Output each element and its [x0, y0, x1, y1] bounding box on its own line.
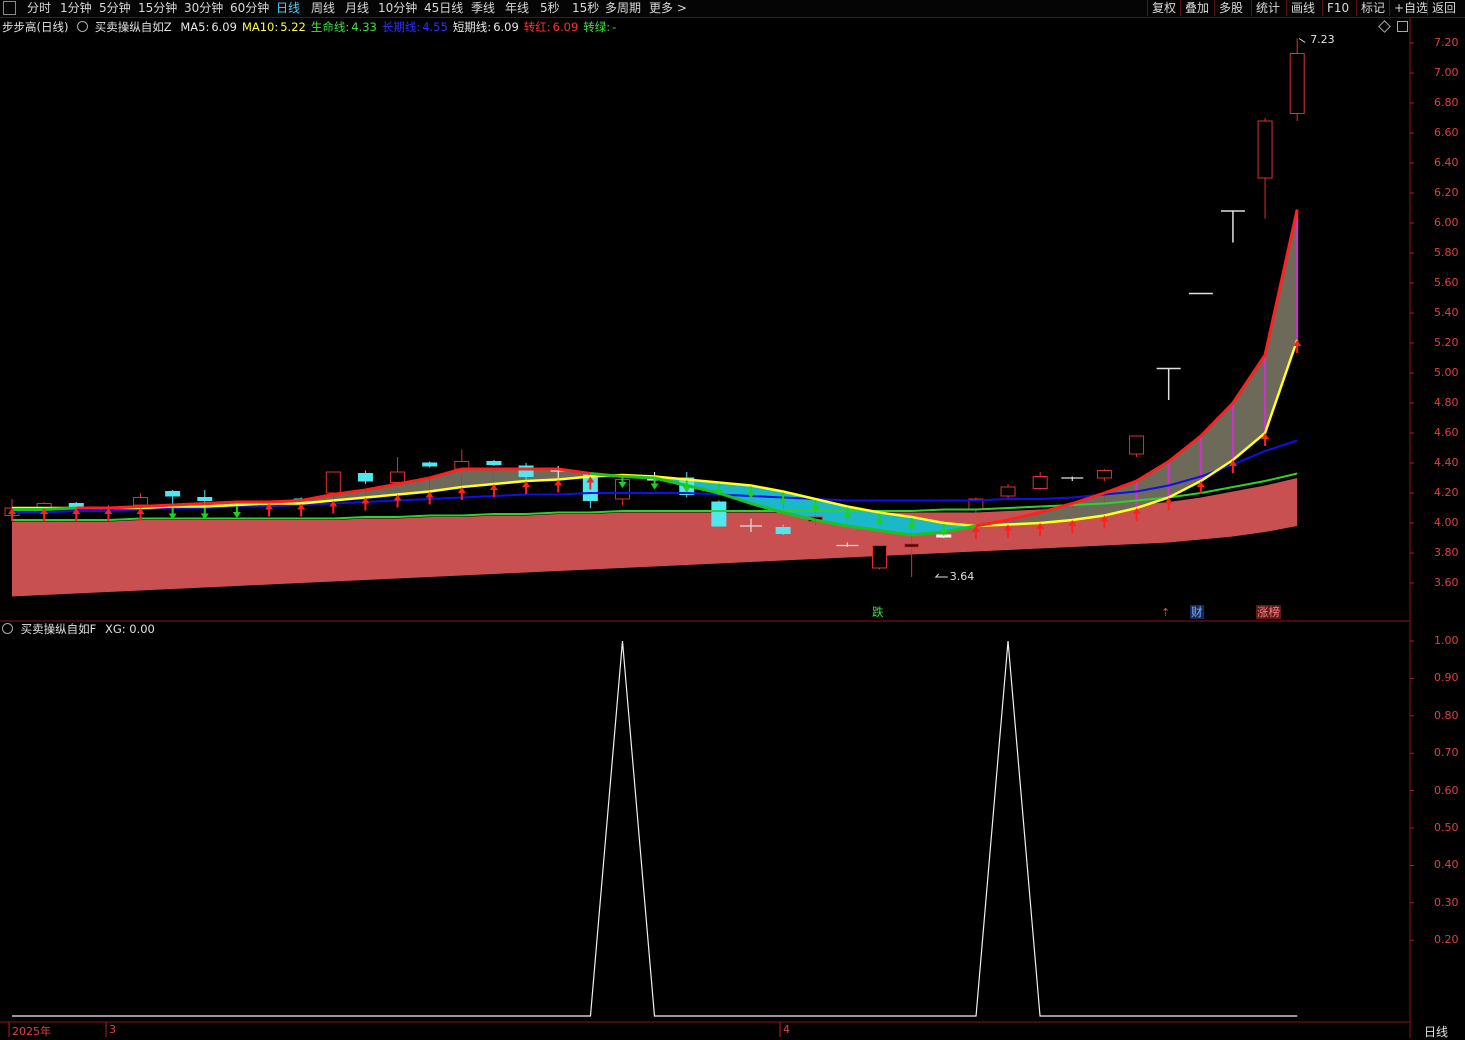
candle-31 [1000, 484, 1016, 499]
candle-body-10 [325, 471, 341, 494]
line-ma5-seg-8 [268, 499, 302, 504]
badge-fall: 跌 [872, 605, 884, 619]
sub-y-tick-5: 0.50 [1434, 821, 1459, 834]
sub-y-tick-4: 0.60 [1434, 783, 1459, 797]
candle-body-28 [904, 543, 920, 548]
badge-limit-up[interactable]: 涨榜 [1256, 605, 1281, 619]
sub-y-tick-8: 0.20 [1434, 933, 1459, 947]
candle-body-35 [1129, 435, 1145, 455]
y-tick-16: 4.00 [1434, 516, 1459, 529]
signal-down-head-20 [650, 483, 659, 490]
candle-body-22 [711, 501, 727, 527]
candle-body-39 [1257, 120, 1273, 179]
candle-body-5 [165, 491, 181, 497]
cross-fill-39 [1265, 209, 1298, 433]
candle-body-11 [357, 473, 373, 482]
candle-22 [711, 500, 727, 527]
y-tick-4: 6.40 [1434, 156, 1459, 169]
candle-body-15 [486, 461, 502, 465]
candle-body-24 [775, 527, 791, 534]
candle-13 [422, 461, 438, 468]
y-tick-12: 4.80 [1434, 396, 1459, 409]
x-label-0: 2025年 [12, 1025, 51, 1038]
candle-38 [1220, 210, 1245, 243]
candle-body-32 [1032, 476, 1048, 489]
line-ma5-seg-5 [172, 502, 205, 507]
candle-11 [357, 470, 373, 484]
line-ma5-seg-4 [140, 503, 173, 508]
y-tick-6: 6.00 [1434, 216, 1459, 229]
y-tick-5: 6.20 [1434, 186, 1459, 199]
y-tick-3: 6.60 [1434, 126, 1459, 139]
x-label-1: 3 [109, 1023, 116, 1036]
y-tick-15: 4.20 [1434, 486, 1459, 499]
y-tick-2: 6.80 [1434, 96, 1459, 109]
line-ma5-seg-6 [204, 500, 237, 505]
candle-body-13 [422, 462, 438, 467]
candle-body-34 [1096, 470, 1112, 479]
line-ma5-seg-1 [44, 506, 77, 511]
candle-body-12 [390, 471, 406, 483]
sub-y-tick-7: 0.30 [1434, 895, 1459, 909]
arrow-marker: ⇡ [1161, 606, 1171, 619]
candle-body-27 [872, 545, 888, 569]
candle-40 [1289, 38, 1305, 121]
candle-39 [1257, 118, 1273, 219]
y-tick-1: 7.00 [1434, 66, 1459, 79]
candle-36 [1156, 367, 1181, 400]
signal-16 [522, 481, 531, 494]
signal-down-head-7 [232, 512, 241, 518]
cross-fill-38 [1232, 355, 1266, 460]
y-tick-8: 5.60 [1434, 276, 1459, 289]
sub-y-tick-2: 0.80 [1434, 708, 1459, 722]
candle-body-6 [197, 497, 213, 501]
candle-15 [486, 460, 502, 466]
low-label: 3.64 [949, 570, 975, 583]
kline-chart[interactable] [0, 0, 1465, 1038]
line-ma5-seg-19 [622, 475, 655, 480]
high-label: 7.23 [1310, 32, 1335, 46]
candle-32 [1032, 472, 1048, 490]
candle-35 [1129, 435, 1145, 457]
xg-line [12, 640, 1298, 1017]
y-tick-10: 5.20 [1434, 336, 1459, 349]
candle-body-40 [1289, 53, 1305, 114]
sub-y-tick-0: 1.00 [1434, 634, 1459, 647]
signal-7 [232, 506, 241, 518]
y-tick-7: 5.80 [1434, 246, 1459, 259]
y-tick-9: 5.40 [1434, 306, 1459, 319]
candle-27 [872, 545, 888, 570]
candle-body-31 [1000, 486, 1016, 497]
signal-11 [361, 497, 370, 511]
y-tick-0: 7.20 [1434, 36, 1459, 49]
y-tick-18: 3.60 [1434, 576, 1459, 589]
period-label[interactable]: 日线 [1424, 1023, 1448, 1040]
sub-y-tick-3: 0.70 [1434, 746, 1459, 760]
candle-5 [165, 490, 181, 504]
sub-y-tick-6: 0.40 [1434, 858, 1459, 872]
candle-body-4 [133, 497, 149, 506]
x-label-2: 4 [783, 1023, 790, 1036]
candle-33 [1061, 476, 1084, 481]
low-marker [934, 573, 948, 578]
signal-17 [554, 479, 563, 493]
y-tick-17: 3.80 [1434, 546, 1459, 559]
candle-body-2 [68, 503, 84, 507]
badge-finance[interactable]: 财 [1190, 605, 1204, 619]
candle-34 [1096, 469, 1112, 481]
y-tick-11: 5.00 [1434, 366, 1459, 379]
line-ma5-seg-3 [108, 505, 141, 510]
y-tick-13: 4.60 [1434, 426, 1459, 439]
high-marker [1298, 38, 1306, 43]
sub-y-tick-1: 0.90 [1434, 671, 1459, 685]
y-tick-14: 4.40 [1434, 456, 1459, 469]
